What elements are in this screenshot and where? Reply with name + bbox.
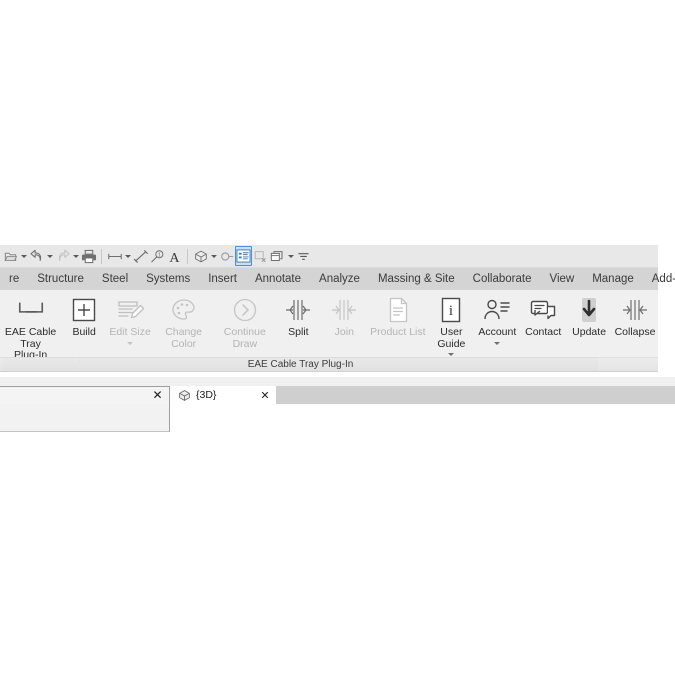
close-icon[interactable]: ✕ — [258, 389, 272, 402]
dock-gap — [0, 377, 675, 386]
ribbon-button-continue-draw[interactable]: Continue Draw — [214, 290, 275, 350]
thin-lines-icon[interactable] — [235, 246, 252, 266]
ribbon-tab-structure[interactable]: Structure — [28, 268, 93, 290]
print-icon[interactable] — [80, 246, 97, 266]
chat-bubbles-icon — [529, 295, 557, 325]
redo-dropdown-arrow[interactable] — [71, 246, 80, 266]
ribbon-panel-title: EAE Cable Tray Plug-In — [3, 358, 598, 371]
ribbon-tab-strip: re Structure Steel Systems Insert Annota… — [0, 268, 675, 290]
ribbon-button-label: User Guide — [437, 326, 466, 350]
ribbon-button-label: Build — [72, 326, 96, 338]
close-icon[interactable]: ✕ — [151, 389, 164, 402]
ribbon-tab-annotate[interactable]: Annotate — [246, 268, 310, 290]
ribbon-tab-massing-and-site[interactable]: Massing & Site — [369, 268, 464, 290]
info-box-icon: i — [440, 295, 462, 325]
user-account-icon — [483, 295, 511, 325]
redo-arrow-icon[interactable] — [54, 246, 71, 266]
view-tab-label: {3D} — [196, 389, 217, 401]
tag-icon[interactable]: 1 — [149, 246, 166, 266]
ribbon-button-label: Update — [572, 326, 607, 338]
ribbon-button-edit-size[interactable]: Edit Size — [107, 290, 153, 345]
undo-arrow-icon[interactable] — [28, 246, 45, 266]
ribbon-button-contact[interactable]: Contact — [520, 290, 566, 339]
ribbon-button-label: Join — [334, 326, 354, 338]
plus-box-icon — [71, 295, 97, 325]
ribbon-button-label: Change Color — [165, 326, 202, 350]
ribbon-panel-caption-bar: EAE Cable Tray Plug-In — [0, 357, 658, 371]
ribbon-tab-view[interactable]: View — [540, 268, 583, 290]
ribbon-button-user-guide[interactable]: i User Guide — [428, 290, 474, 356]
properties-palette-header: ✕ — [0, 386, 170, 404]
qat-separator-2 — [187, 248, 188, 264]
ribbon: 1 A re Structure Steel Systems Insert An… — [0, 245, 675, 375]
open-model-dropdown-arrow[interactable] — [19, 246, 28, 266]
join-icon — [330, 295, 358, 325]
palette-icon — [171, 295, 197, 325]
download-arrow-icon — [578, 295, 600, 325]
ribbon-button-product-list[interactable]: Product List — [367, 290, 428, 339]
ribbon-button-collapse[interactable]: Collapse — [612, 290, 658, 339]
drawing-canvas[interactable] — [171, 404, 675, 432]
view-tab-strip: {3D} ✕ — [171, 386, 675, 404]
ribbon-button-eae-cable-tray-plug-in[interactable]: EAE Cable Tray Plug-In — [0, 290, 61, 362]
ribbon-button-account[interactable]: Account — [474, 290, 520, 345]
svg-text:i: i — [449, 303, 453, 319]
house-3d-icon — [177, 389, 192, 402]
ribbon-tab-systems[interactable]: Systems — [137, 268, 199, 290]
ribbon-button-update[interactable]: Update — [566, 290, 612, 339]
svg-text:A: A — [169, 250, 180, 264]
customize-qat-icon[interactable] — [295, 246, 312, 266]
close-hidden-windows-icon[interactable] — [252, 246, 269, 266]
panel-caption-divider — [79, 358, 80, 371]
edit-list-icon — [116, 295, 145, 325]
ribbon-tab-manage[interactable]: Manage — [583, 268, 643, 290]
document-dock-region: ✕ {3D} ✕ — [0, 377, 675, 432]
quick-access-toolbar: 1 A — [0, 245, 658, 268]
ribbon-bottom-edge — [0, 371, 658, 374]
view-tab-3d[interactable]: {3D} ✕ — [171, 386, 276, 404]
text-icon[interactable]: A — [166, 246, 183, 266]
ribbon-button-label: Continue Draw — [223, 326, 266, 350]
default-3d-view-dropdown-arrow[interactable] — [209, 246, 218, 266]
qat-separator-1 — [101, 248, 102, 264]
default-3d-view-icon[interactable] — [192, 246, 209, 266]
split-icon — [284, 295, 312, 325]
document-list-icon — [387, 295, 409, 325]
ribbon-button-split[interactable]: Split — [275, 290, 321, 339]
ribbon-button-label: Contact — [525, 326, 562, 338]
ribbon-button-label: Collapse — [614, 326, 656, 338]
ribbon-button-change-color[interactable]: Change Color — [153, 290, 214, 350]
properties-palette-body — [0, 404, 170, 432]
ribbon-button-label: Product List — [370, 326, 426, 338]
switch-windows-dropdown-arrow[interactable] — [286, 246, 295, 266]
switch-windows-icon[interactable] — [269, 246, 286, 266]
eae-cable-tray-plugin-panel: EAE Cable Tray Plug-In Build Edit Size C… — [0, 290, 658, 361]
ribbon-tab-architecture[interactable]: re — [0, 268, 28, 290]
ribbon-button-label: Account — [478, 326, 517, 338]
open-model-icon[interactable] — [2, 246, 19, 266]
measure-dropdown-arrow[interactable] — [123, 246, 132, 266]
collapse-icon — [621, 295, 649, 325]
chevron-down-icon[interactable] — [448, 353, 455, 356]
cable-tray-icon — [16, 295, 46, 325]
ribbon-tab-steel[interactable]: Steel — [93, 268, 137, 290]
ribbon-tab-collaborate[interactable]: Collaborate — [464, 268, 541, 290]
ribbon-tab-insert[interactable]: Insert — [199, 268, 246, 290]
chevron-down-icon[interactable] — [127, 341, 134, 345]
ribbon-button-join[interactable]: Join — [321, 290, 367, 339]
chevron-down-icon[interactable] — [494, 341, 501, 345]
ribbon-button-label: Edit Size — [109, 326, 151, 338]
ribbon-tab-add-ins[interactable]: Add-Ins — [643, 268, 675, 290]
ribbon-button-build[interactable]: Build — [61, 290, 107, 339]
arrow-circle-icon — [232, 295, 258, 325]
section-icon[interactable] — [218, 246, 235, 266]
undo-dropdown-arrow[interactable] — [45, 246, 54, 266]
ribbon-button-label: Split — [288, 326, 309, 338]
measure-icon[interactable] — [106, 246, 123, 266]
ribbon-tab-analyze[interactable]: Analyze — [310, 268, 369, 290]
svg-text:1: 1 — [157, 252, 160, 258]
aligned-dimension-icon[interactable] — [132, 246, 149, 266]
